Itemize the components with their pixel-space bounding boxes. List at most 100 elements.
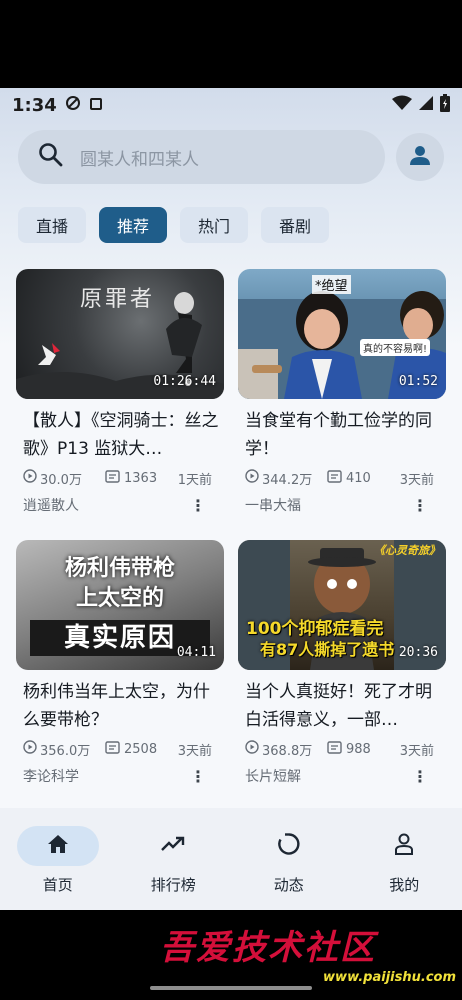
video-meta: 30.0万 1363 1天前: [16, 467, 224, 489]
author-row: 李论科学 ⋮: [16, 764, 224, 788]
nav-home-indicator: [16, 826, 99, 866]
play-count-icon: [23, 469, 37, 487]
danmaku-icon: [105, 469, 120, 487]
home-icon: [47, 834, 69, 858]
nav-ranking-label: 排行榜: [150, 876, 196, 894]
more-options-icon[interactable]: ⋮: [190, 496, 206, 515]
author-name[interactable]: 逍遥散人: [23, 495, 79, 515]
thumbnail-line-2: 上太空的: [75, 586, 164, 611]
danmaku-icon: [105, 740, 120, 758]
tab-recommend[interactable]: 推荐: [99, 207, 168, 243]
publish-time: 3天前: [399, 472, 434, 488]
danmaku-count: 1363: [105, 469, 158, 487]
danmaku-count-text: 1363: [124, 470, 158, 486]
nav-ranking[interactable]: 排行榜: [116, 808, 232, 910]
more-options-icon[interactable]: ⋮: [412, 496, 428, 515]
danmaku-count: 988: [327, 740, 371, 758]
author-name[interactable]: 李论科学: [23, 766, 79, 786]
thumbnail-line-1: 杨利伟带枪: [64, 556, 175, 581]
view-count: 356.0万: [23, 740, 105, 759]
watermark-logo: 吾爱技术社区: [160, 928, 376, 968]
view-count-text: 30.0万: [40, 472, 82, 488]
app-screen: 1:34 圆某人和四某人 直播 推荐 热门 番剧 原罪者 01:26:44 【散…: [0, 88, 462, 910]
nav-mine[interactable]: 我的: [347, 808, 462, 910]
nav-dynamic-label: 动态: [273, 876, 304, 894]
thumbnail-tag: 《心灵奇旅》: [374, 544, 440, 557]
view-count: 30.0万: [23, 469, 105, 488]
tab-hot[interactable]: 热门: [180, 207, 249, 243]
danmaku-icon: [327, 469, 342, 487]
account-button[interactable]: [396, 133, 444, 181]
person-icon: [394, 833, 414, 859]
trending-icon: [161, 836, 185, 856]
play-count-icon: [245, 740, 259, 758]
view-count-text: 368.8万: [262, 743, 313, 759]
wifi-icon: [392, 95, 412, 115]
nav-mine-indicator: [363, 826, 445, 866]
author-name[interactable]: 长片短解: [245, 766, 301, 786]
nav-mine-label: 我的: [389, 876, 420, 894]
view-count: 368.8万: [245, 740, 327, 759]
video-title: 【散人】《空洞骑士：丝之歌》P13 监狱大…: [23, 411, 219, 459]
video-duration: 01:26:44: [153, 374, 216, 389]
video-card[interactable]: *绝望 真的不容易啊! 01:52 当食堂有个勤工俭学的同学！ 344.2万 4…: [238, 269, 446, 517]
tab-live[interactable]: 直播: [18, 207, 87, 243]
gesture-home-bar[interactable]: [150, 986, 312, 990]
nav-home-label: 首页: [42, 876, 73, 894]
author-name[interactable]: 一串大福: [245, 495, 301, 515]
more-options-icon[interactable]: ⋮: [190, 767, 206, 786]
video-thumbnail[interactable]: 原罪者 01:26:44: [16, 269, 224, 399]
danmaku-count-text: 2508: [124, 741, 158, 757]
danmaku-count: 410: [327, 469, 371, 487]
video-title: 杨利伟当年上太空，为什么要带枪？: [23, 682, 210, 730]
search-icon: [38, 142, 64, 172]
signal-icon: [418, 95, 434, 115]
view-count-text: 356.0万: [40, 743, 91, 759]
battery-icon: [440, 94, 450, 116]
danmaku-count-text: 410: [346, 470, 371, 486]
publish-time: 1天前: [177, 472, 212, 488]
account-icon: [409, 144, 431, 170]
play-count-icon: [23, 740, 37, 758]
thumbnail-headline: 杨利伟带枪 上太空的: [16, 554, 224, 614]
bottom-black-bar: 吾爱技术社区 www.paijishu.com: [0, 910, 462, 1000]
nav-dynamic[interactable]: 动态: [231, 808, 347, 910]
nav-ranking-indicator: [132, 826, 214, 866]
status-bar: 1:34: [0, 88, 462, 122]
danmaku-count: 2508: [105, 740, 158, 758]
search-input[interactable]: 圆某人和四某人: [18, 130, 385, 184]
thumbnail-caption-top: *绝望: [312, 275, 351, 294]
bottom-navigation: 首页 排行榜 动态 我的: [0, 808, 462, 910]
view-count-text: 344.2万: [262, 472, 313, 488]
video-card[interactable]: 杨利伟带枪 上太空的 真实原因 04:11 杨利伟当年上太空，为什么要带枪？ 3…: [16, 540, 224, 788]
danmaku-icon: [327, 740, 342, 758]
video-card[interactable]: 《心灵奇旅》 100个抑郁症看完 有87人撕掉了遗书 20:36 当个人真挺好！…: [238, 540, 446, 788]
author-row: 一串大福 ⋮: [238, 493, 446, 517]
video-duration: 01:52: [398, 374, 438, 389]
author-row: 逍遥散人 ⋮: [16, 493, 224, 517]
nav-dynamic-indicator: [248, 826, 330, 866]
screen-record-icon: [89, 96, 103, 115]
video-card[interactable]: 原罪者 01:26:44 【散人】《空洞骑士：丝之歌》P13 监狱大… 30.0…: [16, 269, 224, 517]
more-options-icon[interactable]: ⋮: [412, 767, 428, 786]
video-thumbnail[interactable]: 《心灵奇旅》 100个抑郁症看完 有87人撕掉了遗书 20:36: [238, 540, 446, 670]
watermark-url: www.paijishu.com: [323, 970, 456, 985]
video-meta: 344.2万 410 3天前: [238, 467, 446, 489]
thumbnail-line-2: 有87人撕掉了遗书: [260, 640, 395, 659]
video-meta: 356.0万 2508 3天前: [16, 738, 224, 760]
top-black-bar: [0, 0, 462, 88]
video-thumbnail[interactable]: 杨利伟带枪 上太空的 真实原因 04:11: [16, 540, 224, 670]
data-saver-icon: [65, 95, 81, 115]
status-time: 1:34: [12, 94, 57, 116]
danmaku-count-text: 988: [346, 741, 371, 757]
author-row: 长片短解 ⋮: [238, 764, 446, 788]
video-title: 当个人真挺好！死了才明白活得意义，一部…: [245, 682, 432, 730]
video-thumbnail[interactable]: *绝望 真的不容易啊! 01:52: [238, 269, 446, 399]
refresh-icon: [277, 832, 301, 860]
video-title: 当食堂有个勤工俭学的同学！: [245, 411, 432, 459]
tab-anime[interactable]: 番剧: [261, 207, 330, 243]
nav-home[interactable]: 首页: [0, 808, 116, 910]
publish-time: 3天前: [399, 743, 434, 759]
video-duration: 04:11: [176, 645, 216, 660]
thumbnail-caption-bubble: 真的不容易啊!: [360, 339, 431, 356]
